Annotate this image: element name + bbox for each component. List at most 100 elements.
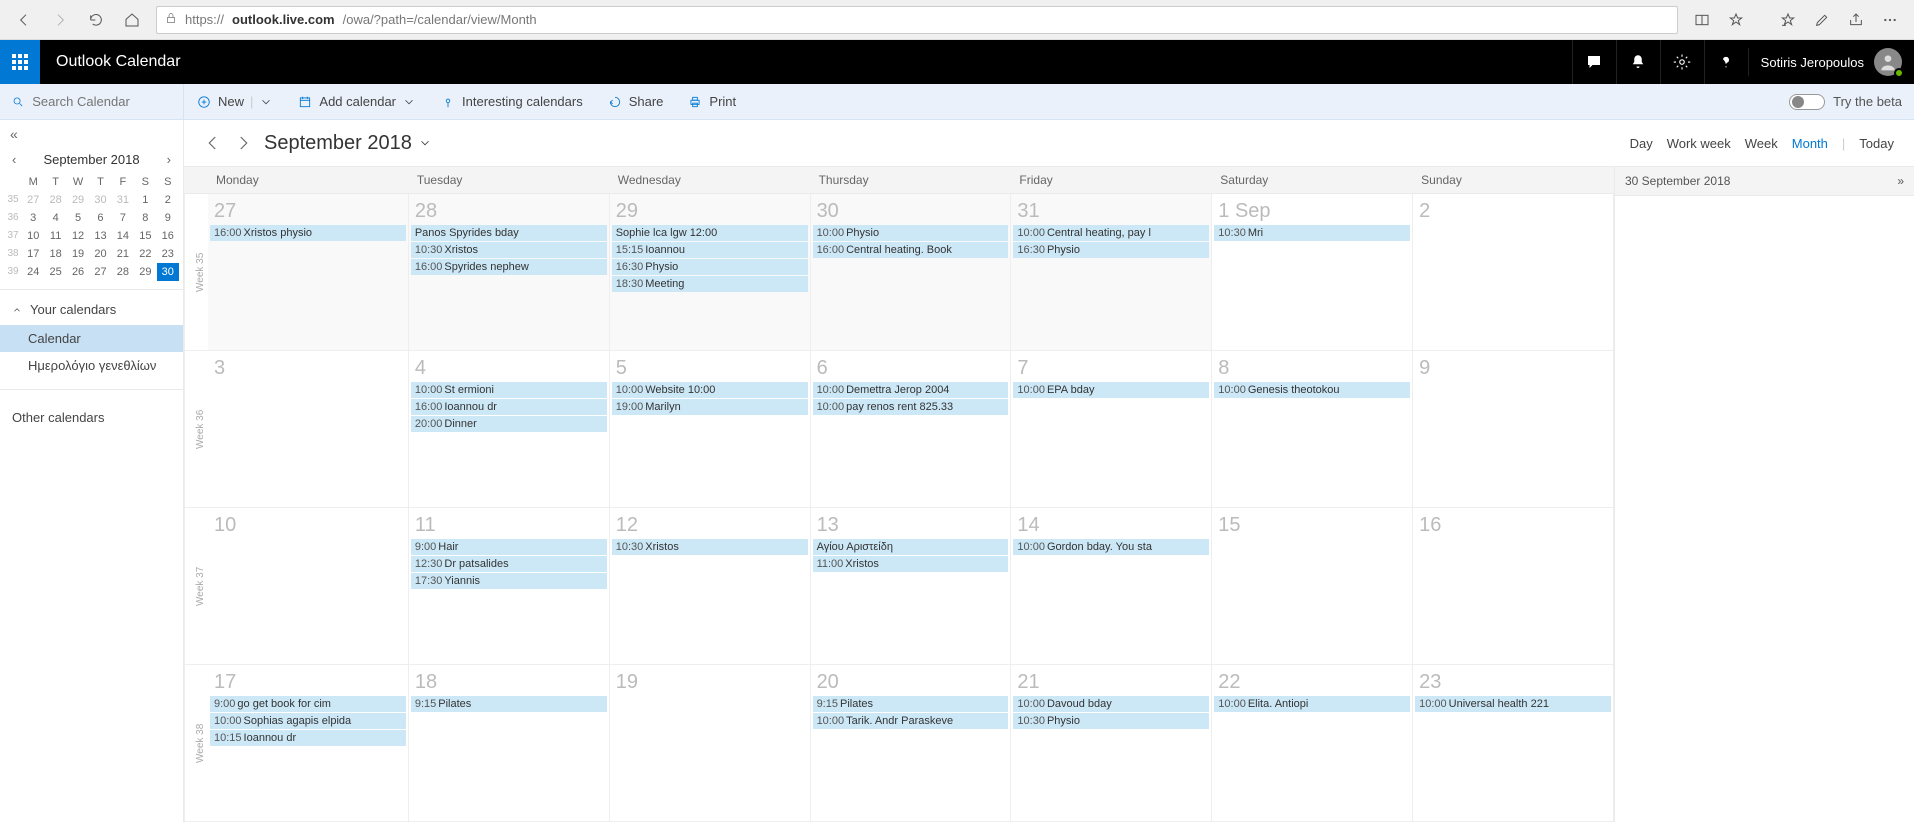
calendar-event[interactable]: 10:00Physio [813, 225, 1009, 241]
day-cell[interactable]: 410:00St ermioni16:00Ioannou dr20:00Dinn… [409, 351, 610, 507]
home-button[interactable] [116, 4, 148, 36]
mini-day-cell[interactable]: 7 [112, 209, 134, 227]
mini-calendar[interactable]: MTWTFSS352728293031123634567893710111213… [0, 171, 183, 289]
mini-day-cell[interactable]: 31 [112, 191, 134, 209]
day-cell[interactable]: 2 [1413, 194, 1614, 350]
mini-day-cell[interactable]: 22 [134, 245, 156, 263]
calendar-event[interactable]: 10:00St ermioni [411, 382, 607, 398]
day-cell[interactable]: 179:00go get book for cim10:00Sophias ag… [208, 665, 409, 821]
day-cell[interactable]: 189:15Pilates [409, 665, 610, 821]
mini-prev-month[interactable]: ‹ [8, 152, 20, 167]
day-cell[interactable]: 9 [1413, 351, 1614, 507]
calendar-event[interactable]: Sophie lca lgw 12:00 [612, 225, 808, 241]
chat-button[interactable] [1572, 40, 1616, 84]
view-day[interactable]: Day [1630, 136, 1653, 151]
calendar-event[interactable]: 16:30Physio [1013, 242, 1209, 258]
interesting-calendars-button[interactable]: Interesting calendars [440, 94, 583, 110]
app-launcher-button[interactable] [0, 40, 40, 84]
day-cell[interactable]: 3 [208, 351, 409, 507]
calendar-event[interactable]: 10:00Demettra Jerop 2004 [813, 382, 1009, 398]
try-beta[interactable]: Try the beta [1777, 84, 1914, 119]
mini-day-cell[interactable]: 16 [157, 227, 179, 245]
view-work-week[interactable]: Work week [1667, 136, 1731, 151]
day-cell[interactable]: 710:00EPA bday [1011, 351, 1212, 507]
day-cell[interactable]: 3110:00Central heating, pay l16:30Physio [1011, 194, 1212, 350]
other-calendars-header[interactable]: Other calendars [0, 400, 183, 435]
mini-day-cell[interactable]: 24 [22, 263, 44, 281]
prev-month-button[interactable] [204, 134, 222, 152]
mini-day-cell[interactable]: 9 [157, 209, 179, 227]
calendar-event[interactable]: 18:30Meeting [612, 276, 808, 292]
mini-day-cell[interactable]: 6 [89, 209, 111, 227]
address-bar[interactable]: https://outlook.live.com/owa/?path=/cale… [156, 6, 1678, 34]
mini-day-cell[interactable]: 19 [67, 245, 89, 263]
mini-day-cell[interactable]: 1 [134, 191, 156, 209]
calendar-event[interactable]: Αγίου Αριστείδη [813, 539, 1009, 555]
day-cell[interactable]: 2210:00Elita. Antiopi [1212, 665, 1413, 821]
mini-day-cell[interactable]: 20 [89, 245, 111, 263]
calendar-event[interactable]: 9:15Pilates [813, 696, 1009, 712]
calendar-event[interactable]: 10:30Physio [1013, 713, 1209, 729]
calendar-event[interactable]: 16:00Spyrides nephew [411, 259, 607, 275]
more-icon[interactable] [1874, 4, 1906, 36]
mini-day-cell[interactable]: 5 [67, 209, 89, 227]
day-cell[interactable]: 3010:00Physio16:00Central heating. Book [811, 194, 1012, 350]
view-month[interactable]: Month [1792, 136, 1828, 151]
share-button[interactable]: Share [607, 94, 664, 110]
day-cell[interactable]: 119:00Hair12:30Dr patsalides17:30Yiannis [409, 508, 610, 664]
calendar-event[interactable]: 17:30Yiannis [411, 573, 607, 589]
mini-day-cell[interactable]: 13 [89, 227, 111, 245]
mini-day-cell[interactable]: 8 [134, 209, 156, 227]
day-cell[interactable]: 28Panos Spyrides bday10:30Xristos16:00Sp… [409, 194, 610, 350]
mini-day-cell[interactable]: 26 [67, 263, 89, 281]
calendar-event[interactable]: 20:00Dinner [411, 416, 607, 432]
day-cell[interactable]: 15 [1212, 508, 1413, 664]
day-cell[interactable]: 810:00Genesis theotokou [1212, 351, 1413, 507]
calendar-event[interactable]: 10:30Xristos [411, 242, 607, 258]
calendar-event[interactable]: 9:15Pilates [411, 696, 607, 712]
mini-day-cell[interactable]: 21 [112, 245, 134, 263]
mini-day-cell[interactable]: 14 [112, 227, 134, 245]
calendar-item-default[interactable]: Calendar [0, 325, 183, 352]
add-calendar-button[interactable]: Add calendar [297, 94, 416, 110]
calendar-event[interactable]: 10:00pay renos rent 825.33 [813, 399, 1009, 415]
view-today[interactable]: Today [1859, 136, 1894, 151]
favorites-list-icon[interactable] [1772, 4, 1804, 36]
calendar-event[interactable]: 10:00Gordon bday. You sta [1013, 539, 1209, 555]
mini-day-cell[interactable]: 27 [22, 191, 44, 209]
settings-button[interactable] [1660, 40, 1704, 84]
mini-day-cell[interactable]: 15 [134, 227, 156, 245]
favorite-icon[interactable] [1720, 4, 1752, 36]
mini-day-cell[interactable]: 27 [89, 263, 111, 281]
mini-day-cell[interactable]: 18 [44, 245, 66, 263]
day-cell[interactable]: 10 [208, 508, 409, 664]
refresh-button[interactable] [80, 4, 112, 36]
calendar-event[interactable]: 16:00Central heating. Book [813, 242, 1009, 258]
calendar-event[interactable]: 9:00go get book for cim [210, 696, 406, 712]
mini-day-cell[interactable]: 10 [22, 227, 44, 245]
calendar-event[interactable]: Panos Spyrides bday [411, 225, 607, 241]
pen-icon[interactable] [1806, 4, 1838, 36]
collapse-sidebar-icon[interactable]: « [10, 126, 18, 142]
your-calendars-header[interactable]: Your calendars [0, 300, 183, 325]
mini-day-cell[interactable]: 29 [67, 191, 89, 209]
calendar-event[interactable]: 10:00Website 10:00 [612, 382, 808, 398]
day-cell[interactable]: 19 [610, 665, 811, 821]
mini-day-cell[interactable]: 25 [44, 263, 66, 281]
calendar-event[interactable]: 9:00Hair [411, 539, 607, 555]
mini-day-cell[interactable]: 11 [44, 227, 66, 245]
forward-button[interactable] [44, 4, 76, 36]
view-week[interactable]: Week [1745, 136, 1778, 151]
day-cell[interactable]: 13Αγίου Αριστείδη11:00Xristos [811, 508, 1012, 664]
calendar-event[interactable]: 12:30Dr patsalides [411, 556, 607, 572]
mini-day-cell[interactable]: 30 [89, 191, 111, 209]
calendar-event[interactable]: 10:00Sophias agapis elpida [210, 713, 406, 729]
mini-next-month[interactable]: › [163, 152, 175, 167]
calendar-event[interactable]: 10:00EPA bday [1013, 382, 1209, 398]
mini-day-cell[interactable]: 12 [67, 227, 89, 245]
new-button[interactable]: New | [196, 94, 273, 110]
calendar-event[interactable]: 10:30Xristos [612, 539, 808, 555]
day-cell[interactable]: 1 Sep10:30Mri [1212, 194, 1413, 350]
print-button[interactable]: Print [687, 94, 736, 110]
mini-day-cell[interactable]: 17 [22, 245, 44, 263]
